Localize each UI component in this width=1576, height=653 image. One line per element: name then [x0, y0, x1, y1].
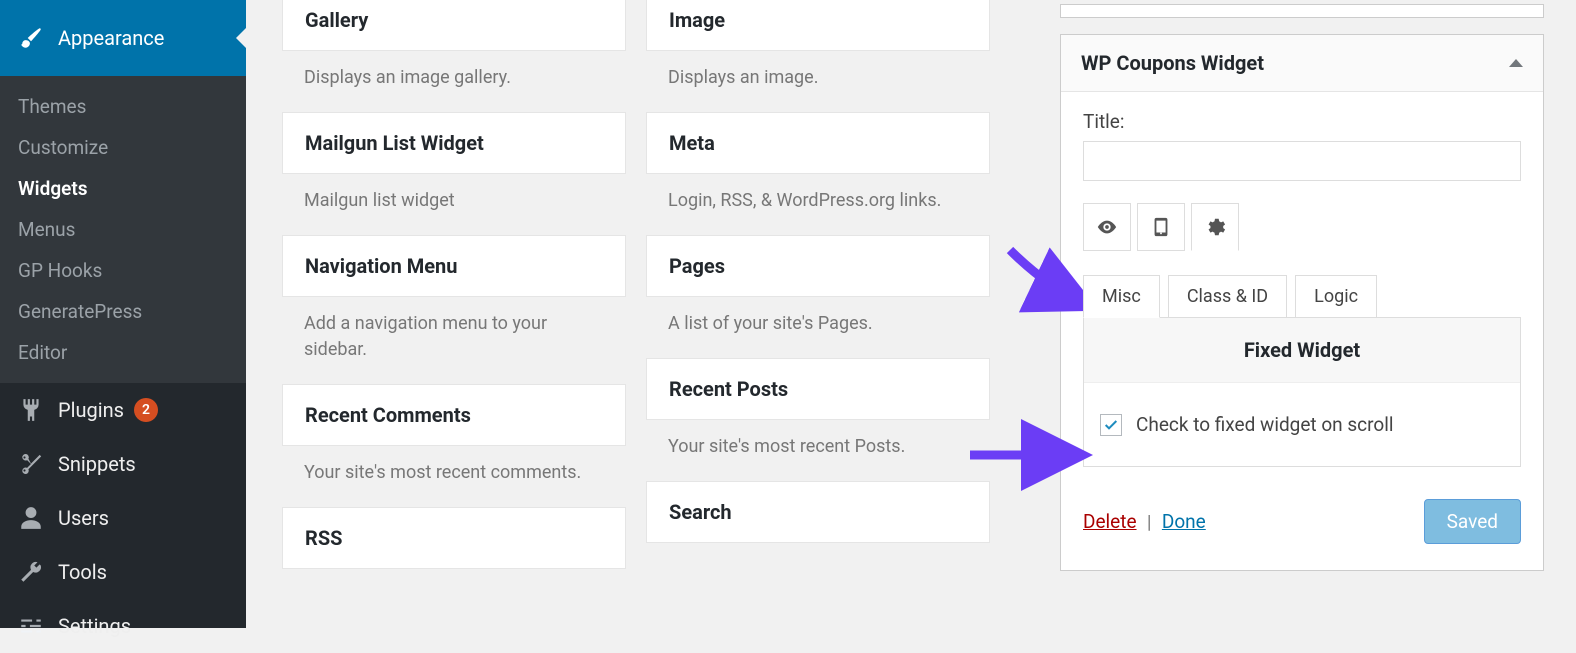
fixed-widget-heading: Fixed Widget: [1084, 318, 1520, 383]
menu-snippets-label: Snippets: [58, 452, 136, 476]
widget-gallery[interactable]: Gallery: [282, 0, 626, 51]
submenu-generatepress[interactable]: GeneratePress: [0, 291, 246, 332]
submenu-widgets[interactable]: Widgets: [0, 168, 246, 209]
title-input[interactable]: [1083, 141, 1521, 181]
admin-sidebar: Appearance Themes Customize Widgets Menu…: [0, 0, 246, 628]
appearance-submenu: Themes Customize Widgets Menus GP Hooks …: [0, 76, 246, 383]
user-icon: [18, 505, 44, 531]
collapse-icon: [1509, 59, 1523, 67]
fixed-widget-label[interactable]: Check to fixed widget on scroll: [1136, 413, 1393, 436]
menu-plugins[interactable]: Plugins 2: [0, 383, 246, 437]
widget-mailgun-desc: Mailgun list widget: [282, 174, 626, 236]
widget-recent-comments[interactable]: Recent Comments: [282, 384, 626, 446]
widget-panel-title: WP Coupons Widget: [1081, 51, 1264, 75]
widget-pages[interactable]: Pages: [646, 235, 990, 297]
widget-panel-wp-coupons: WP Coupons Widget Title: Misc Class & ID…: [1060, 34, 1544, 571]
wrench-icon: [18, 559, 44, 585]
submenu-customize[interactable]: Customize: [0, 127, 246, 168]
fixed-widget-checkbox[interactable]: [1100, 414, 1122, 436]
widget-search[interactable]: Search: [646, 481, 990, 543]
delete-link[interactable]: Delete: [1083, 510, 1137, 533]
settings-tabs: Misc Class & ID Logic: [1083, 275, 1521, 318]
widget-panel-header[interactable]: WP Coupons Widget: [1061, 35, 1543, 92]
tab-logic[interactable]: Logic: [1295, 275, 1377, 318]
separator: |: [1147, 512, 1151, 533]
menu-appearance[interactable]: Appearance: [0, 0, 246, 76]
plugins-badge: 2: [134, 398, 158, 422]
tab-misc[interactable]: Misc: [1083, 275, 1160, 318]
widget-mailgun[interactable]: Mailgun List Widget: [282, 112, 626, 174]
saved-button[interactable]: Saved: [1424, 499, 1521, 544]
widgets-col-right: Image Displays an image. Meta Login, RSS…: [646, 0, 990, 569]
widget-meta[interactable]: Meta: [646, 112, 990, 174]
widgets-col-left: Gallery Displays an image gallery. Mailg…: [282, 0, 626, 569]
sliders-icon: [18, 613, 44, 639]
plugin-icon: [18, 397, 44, 423]
widget-image-desc: Displays an image.: [646, 51, 990, 113]
widget-pages-desc: A list of your site's Pages.: [646, 297, 990, 359]
widget-panel-closed: [1060, 4, 1544, 18]
submenu-editor[interactable]: Editor: [0, 332, 246, 373]
menu-snippets[interactable]: Snippets: [0, 437, 246, 491]
submenu-menus[interactable]: Menus: [0, 209, 246, 250]
gear-icon: [1204, 216, 1226, 238]
menu-settings[interactable]: Settings: [0, 599, 246, 653]
menu-plugins-label: Plugins: [58, 398, 124, 422]
title-field-label: Title:: [1083, 110, 1521, 133]
done-link[interactable]: Done: [1162, 510, 1206, 533]
menu-appearance-label: Appearance: [58, 26, 164, 50]
panel-actions: Delete | Done Saved: [1083, 499, 1521, 544]
scissors-icon: [18, 451, 44, 477]
tab-settings-gear[interactable]: [1191, 203, 1239, 251]
widget-gallery-desc: Displays an image gallery.: [282, 51, 626, 113]
submenu-gp-hooks[interactable]: GP Hooks: [0, 250, 246, 291]
available-widgets: Gallery Displays an image gallery. Mailg…: [282, 0, 990, 569]
widget-meta-desc: Login, RSS, & WordPress.org links.: [646, 174, 990, 236]
brush-icon: [18, 25, 44, 51]
menu-tools[interactable]: Tools: [0, 545, 246, 599]
widget-recent-posts-desc: Your site's most recent Posts.: [646, 420, 990, 482]
widget-navmenu-desc: Add a navigation menu to your sidebar.: [282, 297, 626, 385]
widget-navmenu[interactable]: Navigation Menu: [282, 235, 626, 297]
submenu-themes[interactable]: Themes: [0, 86, 246, 127]
fixed-widget-box: Fixed Widget Check to fixed widget on sc…: [1083, 317, 1521, 467]
eye-icon: [1096, 216, 1118, 238]
tab-class-id[interactable]: Class & ID: [1168, 275, 1287, 318]
menu-tools-label: Tools: [58, 560, 107, 584]
menu-users-label: Users: [58, 506, 109, 530]
tab-visibility[interactable]: [1083, 203, 1131, 251]
widget-recent-comments-desc: Your site's most recent comments.: [282, 446, 626, 508]
widget-recent-posts[interactable]: Recent Posts: [646, 358, 990, 420]
widget-image[interactable]: Image: [646, 0, 990, 51]
menu-settings-label: Settings: [58, 614, 131, 638]
mobile-icon: [1150, 216, 1172, 238]
menu-users[interactable]: Users: [0, 491, 246, 545]
visibility-icon-tabs: [1083, 203, 1521, 251]
widget-rss[interactable]: RSS: [282, 507, 626, 569]
tab-device[interactable]: [1137, 203, 1185, 251]
